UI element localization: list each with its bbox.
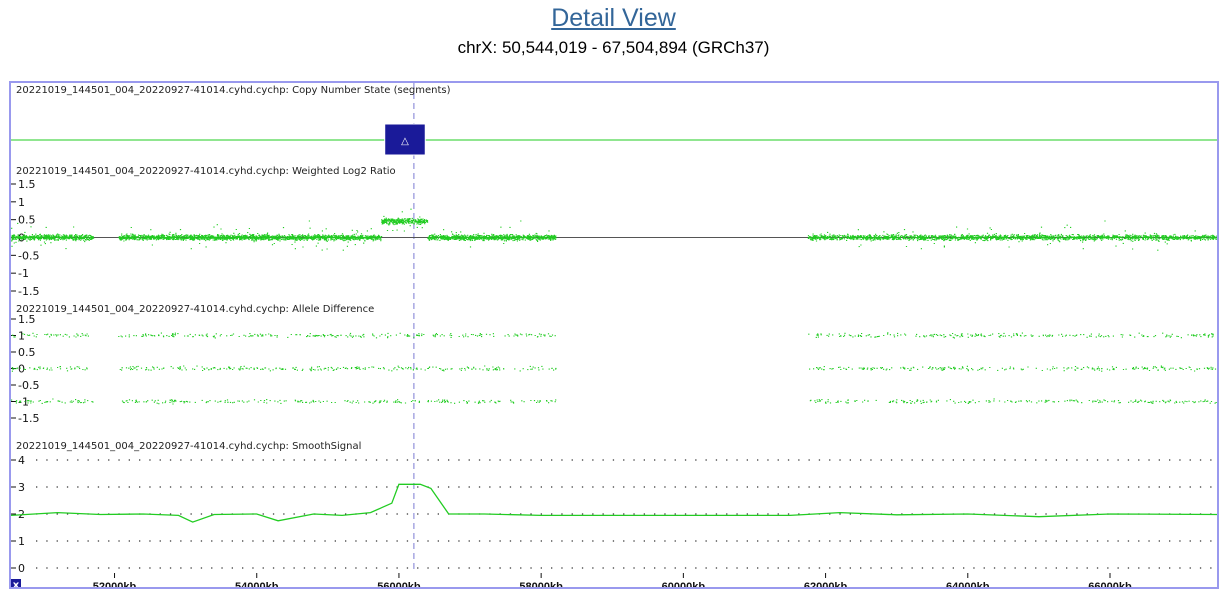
- x-axis-corner-label: x: [13, 580, 20, 587]
- allele-ytick-label: -0.5: [18, 379, 39, 392]
- panel-title-allele-difference: 20221019_144501_004_20220927-41014.cyhd.…: [16, 304, 374, 315]
- page-title[interactable]: Detail View: [0, 4, 1227, 33]
- detail-plot-frame[interactable]: 20221019_144501_004_20220927-41014.cyhd.…: [9, 81, 1219, 589]
- x-tick-label: 58000kb: [519, 581, 563, 587]
- x-tick-label: 64000kb: [946, 581, 990, 587]
- allele-ytick-label: 1: [18, 330, 25, 343]
- x-tick-label: 54000kb: [235, 581, 279, 587]
- panel-title-copy-number-state: 20221019_144501_004_20220927-41014.cyhd.…: [16, 85, 451, 96]
- allele-ytick-label: -1.5: [18, 412, 39, 425]
- log2-ytick-label: -0.5: [18, 249, 39, 262]
- log2-ytick-label: 1.5: [18, 178, 36, 191]
- smooth-ytick-label: 4: [18, 454, 25, 467]
- allele-ytick-label: 0.5: [18, 346, 36, 359]
- log2-ytick-label: -1: [18, 267, 29, 280]
- panel-title-smooth-signal: 20221019_144501_004_20220927-41014.cyhd.…: [16, 441, 361, 452]
- detail-chart[interactable]: 20221019_144501_004_20220927-41014.cyhd.…: [11, 83, 1217, 587]
- x-tick-label: 60000kb: [662, 581, 706, 587]
- allele-difference-points: [11, 332, 1217, 405]
- x-tick-label: 52000kb: [93, 581, 137, 587]
- allele-ytick-label: 1.5: [18, 313, 36, 326]
- x-tick-label: 66000kb: [1088, 581, 1132, 587]
- x-tick-label: 56000kb: [377, 581, 421, 587]
- log2-ytick-label: 1: [18, 196, 25, 209]
- region-subtitle: chrX: 50,544,019 - 67,504,894 (GRCh37): [457, 38, 770, 57]
- x-tick-label: 62000kb: [804, 581, 848, 587]
- smooth-ytick-label: 0: [18, 562, 25, 575]
- log2-ytick-label: -1.5: [18, 285, 39, 298]
- gain-triangle-icon: △: [401, 136, 409, 147]
- panel-title-weighted-log2-ratio: 20221019_144501_004_20220927-41014.cyhd.…: [16, 166, 396, 177]
- smooth-ytick-label: 3: [18, 481, 25, 494]
- log2-ytick-label: 0.5: [18, 214, 36, 227]
- log2-ratio-points: [11, 208, 1217, 251]
- smooth-signal-line: [11, 483, 1217, 523]
- smooth-ytick-label: 1: [18, 535, 25, 548]
